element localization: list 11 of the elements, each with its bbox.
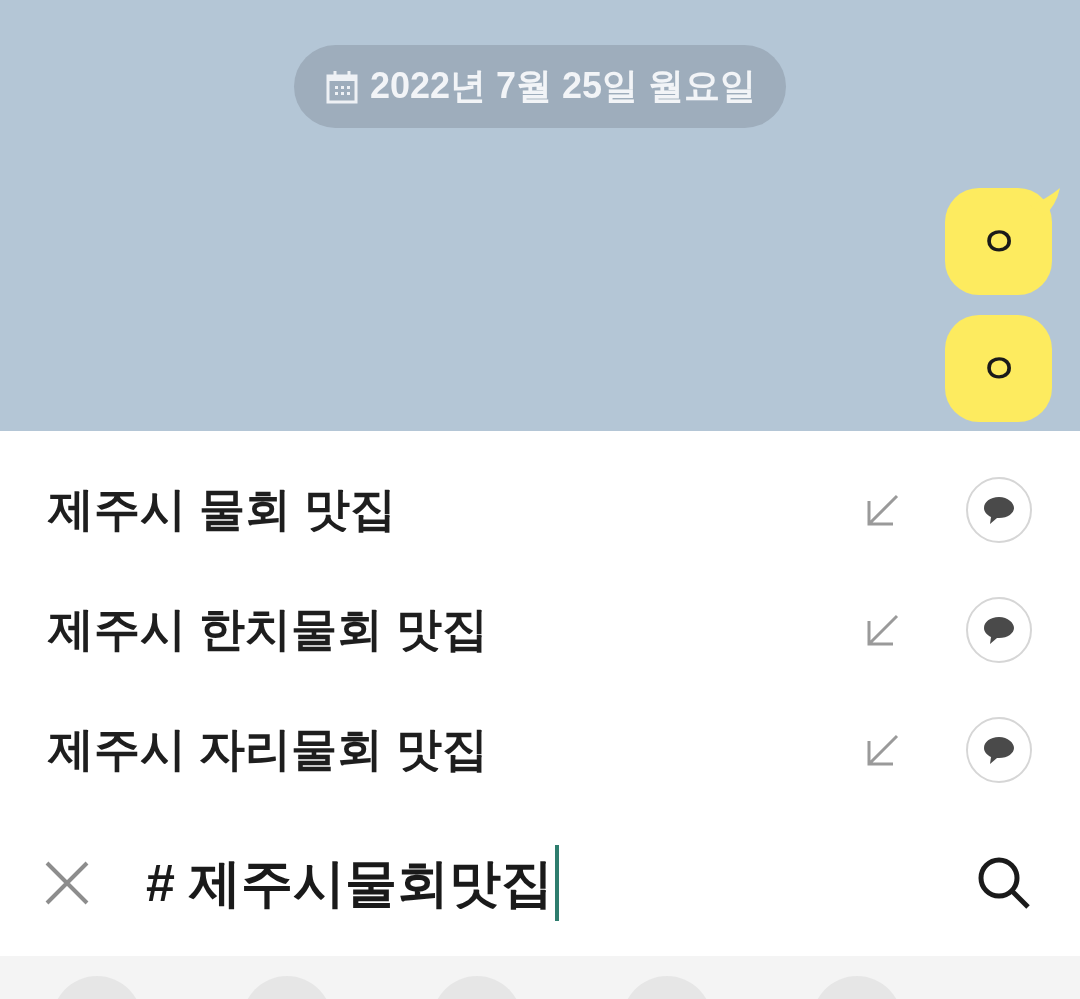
suggestion-text[interactable]: 제주시 물회 맛집	[48, 479, 866, 541]
close-icon[interactable]	[44, 860, 90, 906]
arrow-down-left-icon[interactable]	[866, 493, 900, 527]
calendar-icon	[325, 69, 358, 104]
arrow-down-left-icon[interactable]	[866, 733, 900, 767]
search-icon[interactable]	[976, 855, 1032, 911]
suggestion-text[interactable]: 제주시 자리물회 맛집	[48, 719, 866, 781]
search-field[interactable]: # 제주시물회맛집	[146, 845, 560, 921]
date-label: 2022년 7월 25일 월요일	[369, 64, 757, 108]
arrow-down-left-icon[interactable]	[866, 613, 900, 647]
suggestion-text[interactable]: 제주시 한치물회 맛집	[48, 599, 866, 661]
